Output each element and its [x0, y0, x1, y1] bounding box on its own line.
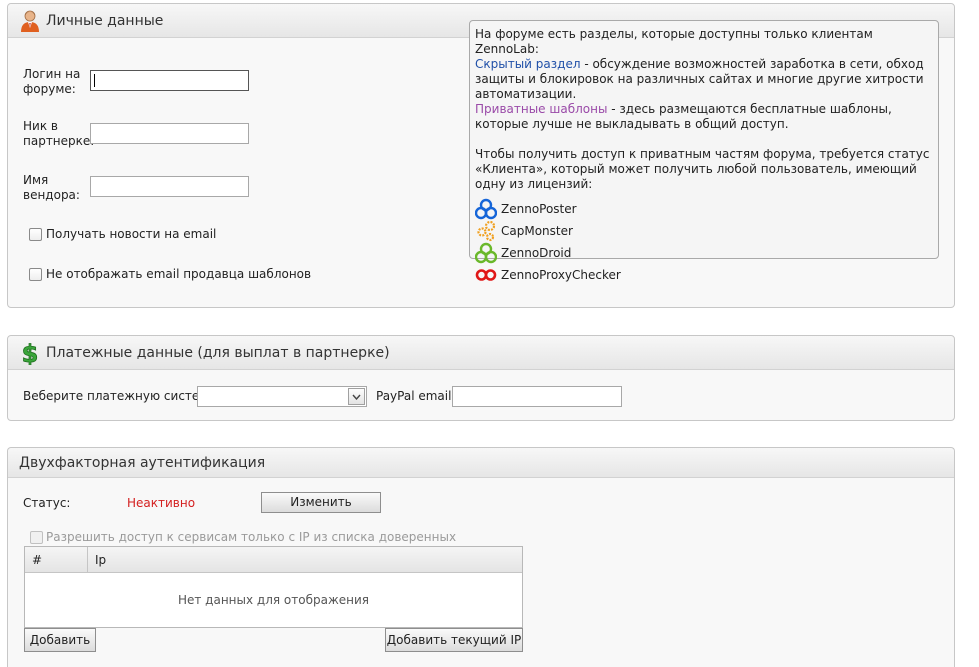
product-capmonster: CapMonster — [475, 220, 933, 242]
login-label: Логин на форуме: — [23, 67, 81, 96]
product-zennoproxychecker: ZennoProxyChecker — [475, 264, 933, 286]
paypal-email-label: PayPal email: — [376, 389, 456, 403]
column-header-num[interactable]: # — [25, 547, 88, 572]
ip-table: # Ip Нет данных для отображения — [24, 546, 523, 628]
hide-email-checkbox[interactable] — [29, 268, 42, 281]
personal-data-panel: Личные данные Логин на форуме: Ник в партн… — [7, 3, 955, 308]
ip-restrict-checkbox[interactable] — [30, 531, 43, 544]
product-zennodroid: ZennoDroid — [474, 242, 933, 264]
product-zennoposter: ZennoPoster — [474, 198, 933, 220]
product-name: CapMonster — [501, 223, 573, 238]
twofa-panel: Двухфакторная аутентификация Статус: Неа… — [7, 447, 955, 667]
capmonster-icon — [475, 220, 497, 242]
payment-data-header: $ Платежные данные (для выплат в партнер… — [8, 336, 954, 370]
product-name: ZennoPoster — [501, 201, 577, 216]
personal-data-title: Личные данные — [46, 12, 164, 29]
forum-info-box: На форуме есть разделы, которые доступны… — [469, 20, 939, 282]
nick-label: Ник в партнерке: — [23, 119, 95, 148]
product-name: ZennoProxyChecker — [501, 267, 621, 282]
paypal-email-input[interactable] — [452, 386, 622, 407]
ip-restrict-label: Разрешить доступ к сервисам только с IP … — [46, 530, 457, 544]
info-intro: На форуме есть разделы, которые доступны… — [475, 27, 873, 56]
empty-message: Нет данных для отображения — [177, 593, 370, 607]
chevron-down-icon[interactable] — [348, 388, 365, 405]
payment-system-label: Веберите платежную систему: — [23, 389, 220, 403]
change-button[interactable]: Изменить — [261, 492, 381, 513]
access-text: Чтобы получить доступ к приватным частям… — [475, 147, 930, 191]
vendor-label: Имя вендора: — [23, 173, 80, 202]
news-label: Получать новости на email — [46, 227, 217, 241]
payment-data-title: Платежные данные (для выплат в партнерке… — [46, 344, 390, 361]
vendor-input[interactable] — [90, 176, 249, 197]
user-icon — [19, 9, 41, 33]
column-header-ip[interactable]: Ip — [88, 547, 106, 572]
svg-text:$: $ — [22, 341, 39, 365]
hide-email-label: Не отображать email продавца шаблонов — [46, 267, 312, 281]
zennoproxychecker-icon — [475, 264, 497, 286]
add-ip-button[interactable]: Добавить — [24, 628, 96, 652]
status-label: Статус: — [23, 496, 71, 510]
add-current-ip-button[interactable]: Добавить текущий IP — [385, 628, 523, 652]
dollar-icon: $ — [19, 339, 41, 368]
zennoposter-icon — [474, 198, 498, 220]
private-templates-link[interactable]: Приватные шаблоны — [475, 102, 607, 116]
news-checkbox[interactable] — [29, 228, 42, 241]
twofa-title: Двухфакторная аутентификация — [19, 454, 266, 471]
twofa-header: Двухфакторная аутентификация — [8, 448, 954, 478]
product-name: ZennoDroid — [501, 245, 572, 260]
payment-data-panel: $ Платежные данные (для выплат в партнер… — [7, 335, 955, 421]
nick-input[interactable] — [90, 123, 249, 144]
zennodroid-icon — [474, 242, 498, 264]
login-input[interactable] — [90, 70, 249, 91]
payment-system-select[interactable] — [197, 386, 367, 407]
status-value: Неактивно — [127, 496, 196, 510]
ip-table-header: # Ip — [25, 547, 522, 573]
hidden-section-link[interactable]: Скрытый раздел — [475, 57, 581, 71]
